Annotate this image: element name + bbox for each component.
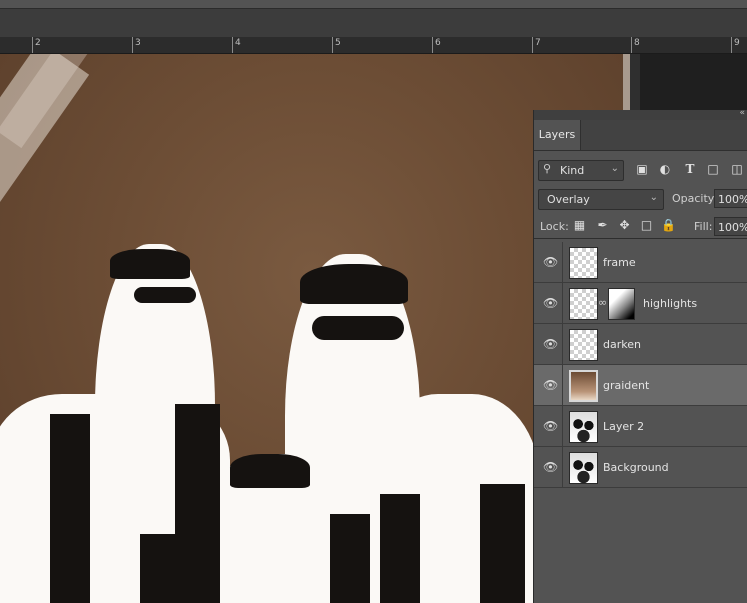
layer-mask-thumbnail[interactable] <box>608 288 635 320</box>
opacity-input[interactable]: 100% <box>714 189 747 208</box>
eye-icon[interactable]: 👁 <box>543 419 558 433</box>
tab-layers[interactable]: Layers <box>534 120 581 150</box>
layer-name: darken <box>603 338 641 351</box>
fill-input[interactable]: 100% <box>714 217 747 236</box>
eye-icon[interactable]: 👁 <box>543 378 558 392</box>
ruler-major-tick <box>132 37 133 53</box>
image-filter-icon[interactable]: ▣ <box>634 161 650 177</box>
ruler-major-tick <box>631 37 632 53</box>
options-bar <box>0 0 747 9</box>
ruler-label: 9 <box>734 38 740 48</box>
layer-thumbnail <box>569 288 598 320</box>
artwork-sunglasses <box>312 316 404 340</box>
divider <box>562 406 563 447</box>
opacity-label: Opacity: <box>672 192 718 205</box>
lock-all-icon[interactable]: 🔒 <box>661 218 676 233</box>
lock-image-pixels-icon[interactable]: ✒ <box>595 218 610 233</box>
artboard-lock-icon[interactable]: □ <box>639 218 654 233</box>
document-tab-strip <box>0 9 747 37</box>
layer-name: highlights <box>643 297 698 310</box>
ruler-major-tick <box>32 37 33 53</box>
layer-thumbnail <box>569 247 598 279</box>
eye-icon[interactable]: 👁 <box>543 255 558 269</box>
layer-row-layer-2[interactable]: 👁 Layer 2 <box>534 406 747 447</box>
artwork-hair <box>110 249 190 279</box>
divider <box>562 242 563 283</box>
ruler-major-tick <box>232 37 233 53</box>
layer-row-frame[interactable]: 👁 frame <box>534 242 747 283</box>
layer-thumbnail <box>569 329 598 361</box>
artwork-coat <box>330 514 370 603</box>
ruler-major-tick <box>731 37 732 53</box>
divider <box>562 447 563 488</box>
layers-panel: « Layers ⚲ Kind ⌄ ▣ ◐ T □ ◫ Overlay ⌄ Op… <box>533 108 747 603</box>
ruler-major-tick <box>432 37 433 53</box>
fill-label: Fill: <box>694 220 713 233</box>
document-canvas[interactable] <box>0 54 623 603</box>
smart-object-filter-icon[interactable]: ◫ <box>729 161 745 177</box>
lock-label: Lock: <box>540 220 569 233</box>
layer-row-background[interactable]: 👁 Background <box>534 447 747 488</box>
artwork-coat <box>380 494 420 603</box>
layer-name: graident <box>603 379 650 392</box>
ruler-label: 2 <box>35 38 41 48</box>
artwork-coat <box>140 534 210 603</box>
ruler-label: 5 <box>335 38 341 48</box>
layer-name: Background <box>603 461 669 474</box>
blend-row: Overlay ⌄ Opacity: 100% <box>534 188 747 212</box>
artwork-hair <box>230 454 310 488</box>
ruler-label: 7 <box>535 38 541 48</box>
type-filter-icon[interactable]: T <box>682 161 698 177</box>
layer-row-highlights[interactable]: 👁 ∞ highlights <box>534 283 747 324</box>
artwork-hair <box>300 264 408 304</box>
ruler-major-tick <box>332 37 333 53</box>
layer-row-graident[interactable]: 👁 graident <box>534 365 747 406</box>
layer-name: Layer 2 <box>603 420 645 433</box>
chevron-down-icon: ⌄ <box>649 192 658 203</box>
layer-thumbnail <box>569 452 598 484</box>
artwork-coat <box>50 414 90 603</box>
divider <box>562 283 563 324</box>
ruler-label: 4 <box>235 38 241 48</box>
ruler-label: 8 <box>634 38 640 48</box>
link-icon[interactable]: ∞ <box>598 296 607 309</box>
layer-thumbnail <box>569 411 598 443</box>
layer-row-darken[interactable]: 👁 darken <box>534 324 747 365</box>
layer-name: frame <box>603 256 636 269</box>
blend-mode-dropdown[interactable]: Overlay ⌄ <box>538 189 664 210</box>
lock-position-icon[interactable]: ✥ <box>617 218 632 233</box>
blend-mode-value: Overlay <box>547 193 590 206</box>
divider <box>562 365 563 406</box>
search-icon: ⚲ <box>543 162 552 175</box>
lock-transparent-pixels-icon[interactable]: ▦ <box>572 218 587 233</box>
eye-icon[interactable]: 👁 <box>543 337 558 351</box>
adjustment-filter-icon[interactable]: ◐ <box>657 161 673 177</box>
panel-tab-bar: Layers <box>534 120 747 151</box>
layer-filter-row: ⚲ Kind ⌄ ▣ ◐ T □ ◫ <box>534 158 747 184</box>
artwork-sunglasses <box>134 287 196 303</box>
artwork-coat <box>480 484 525 603</box>
lock-row: Lock: ▦ ✒ ✥ □ 🔒 Fill: 100% <box>534 216 747 239</box>
layer-thumbnail <box>569 370 598 402</box>
pasteboard <box>640 54 747 110</box>
horizontal-ruler[interactable]: 2 3 4 5 6 7 8 9 <box>0 37 747 54</box>
chevron-down-icon: ⌄ <box>610 163 619 174</box>
collapse-chevron-icon[interactable]: « <box>739 108 745 118</box>
ruler-label: 6 <box>435 38 441 48</box>
eye-icon[interactable]: 👁 <box>543 296 558 310</box>
filter-kind-label: Kind <box>560 164 585 177</box>
ruler-major-tick <box>532 37 533 53</box>
ruler-label: 3 <box>135 38 141 48</box>
eye-icon[interactable]: 👁 <box>543 460 558 474</box>
shape-filter-icon[interactable]: □ <box>705 161 721 177</box>
filter-kind-dropdown[interactable]: ⚲ Kind ⌄ <box>538 160 624 181</box>
divider <box>562 324 563 365</box>
